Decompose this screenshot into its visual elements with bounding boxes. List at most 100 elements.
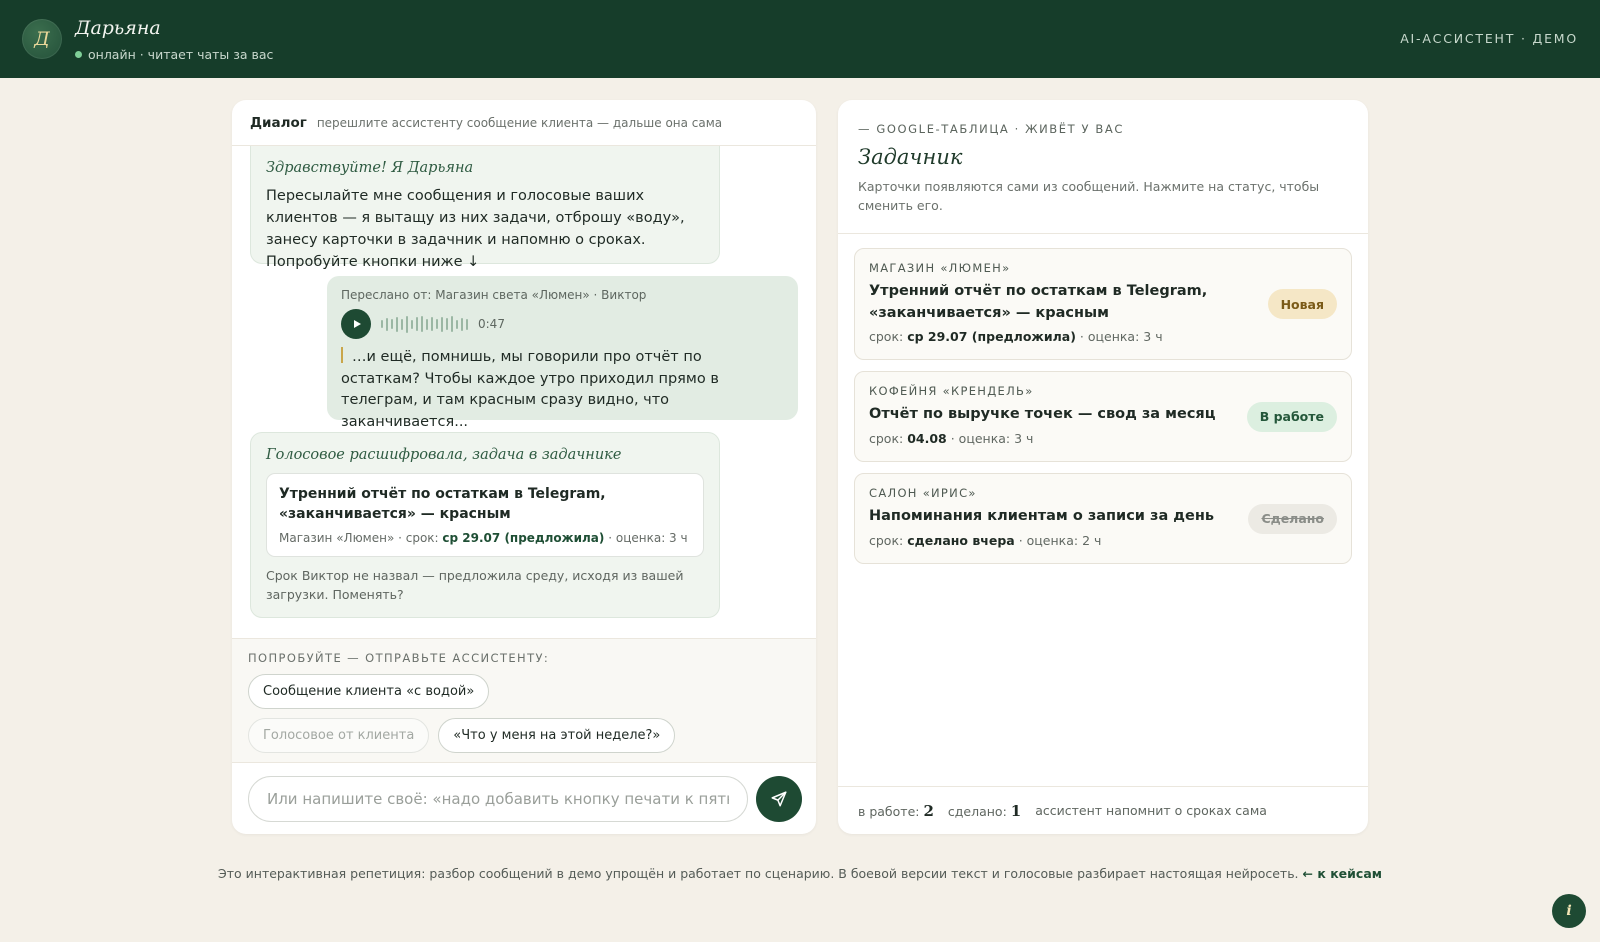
waveform-bar [436,319,438,329]
assistant-avatar: Д [22,19,62,59]
board-description: Карточки появляются сами из сообщений. Н… [858,179,1320,213]
assistant-status: онлайн · читает чаты за вас [75,47,273,62]
chat-header: Диалог перешлите ассистенту сообщение кл… [232,100,816,146]
done-label: сделано: [947,803,1007,819]
reply-title: Голосовое расшифровала, задача в задачни… [266,447,622,463]
task-meta: срок: 04.08 · оценка: 3 ч [869,431,1337,446]
task-deadline: ср 29.07 (предложила) [442,531,605,545]
info-button[interactable]: i [1552,894,1586,928]
in-work-label: в работе: [858,803,920,819]
status-badge-done[interactable]: Сделано [1248,503,1337,534]
task-card-lumen: МАГАЗИН «ЛЮМЕН» Утренний отчёт по остатк… [854,248,1352,360]
waveform-bar [416,317,418,331]
chip-voice-message[interactable]: Голосовое от клиента [248,718,430,753]
in-work-count: 2 [923,801,934,820]
forwarded-from: Переслано от: Магазин света «Люмен» · Ви… [341,288,647,302]
task-meta: срок: сделано вчера · оценка: 2 ч [869,533,1337,548]
page-footer-note: Это интерактивная репетиция: разбор сооб… [0,866,1600,881]
top-bar: Д Дарьяна онлайн · читает чаты за вас AI… [0,0,1600,78]
task-estimate: · оценка: 3 ч [608,531,688,545]
waveform-bar [411,319,413,329]
chat-messages[interactable]: Здравствуйте! Я Дарьяна Пересылайте мне … [232,146,816,638]
board-footer: в работе: 2 сделано: 1 ассистент напомни… [838,786,1368,834]
waveform-bar [431,317,433,331]
suggestion-chips: Сообщение клиента «с водой» Голосовое от… [248,674,678,753]
waveform-bar [396,316,398,332]
waveform-bar [461,317,463,331]
footer-text: Это интерактивная репетиция: разбор сооб… [218,866,1299,881]
online-dot-icon [75,51,82,58]
send-icon [771,791,787,807]
task-client: Магазин «Люмен» · срок: [279,531,439,545]
forwarded-voice-message: Переслано от: Магазин света «Люмен» · Ви… [327,276,798,430]
task-card-iris: САЛОН «ИРИС» Напоминания клиентам о запи… [854,473,1352,564]
done-count: 1 [1010,801,1022,820]
task-client: САЛОН «ИРИС» [869,486,977,500]
task-meta: Магазин «Люмен» · срок: ср 29.07 (предло… [279,531,691,545]
waveform-bar [456,319,458,329]
waveform-bar [426,318,428,330]
waveform-bar [386,317,388,331]
suggestions-label: ПОПРОБУЙТЕ — ОТПРАВЬТЕ АССИСТЕНТУ: [248,651,550,665]
task-deadline: ср 29.07 (предложила) [907,329,1076,344]
board-title: Задачник [858,145,963,169]
waveform-bar [441,316,443,332]
greeting-message: Здравствуйте! Я Дарьяна Пересылайте мне … [250,146,720,270]
task-title: Утренний отчёт по остаткам в Telegram, «… [279,486,606,522]
chat-subtitle: перешлите ассистенту сообщение клиента —… [316,115,723,130]
waveform-bar [391,319,393,329]
chat-title: Диалог [250,114,307,131]
transcript-text: …и ещё, помнишь, мы говорили про отчёт п… [341,349,719,430]
task-title: Напоминания клиентам о записи за день [869,508,1215,524]
waveform-bar [451,316,453,332]
task-card-krendel: КОФЕЙНЯ «КРЕНДЕЛЬ» Отчёт по выручке точе… [854,371,1352,462]
deadline-label: срок: [869,329,904,344]
voice-transcript: …и ещё, помнишь, мы говорили про отчёт п… [341,347,784,433]
voice-duration: 0:47 [478,317,505,331]
status-text: онлайн · читает чаты за вас [88,47,274,62]
waveform-bar [381,320,383,328]
reminder-note: ассистент напомнит о сроках сама [1035,803,1267,818]
play-icon [353,320,361,328]
quote-bar [341,347,343,363]
waveform-bar [421,316,423,332]
board-kicker: — GOOGLE-ТАБЛИЦА · ЖИВЁТ У ВАС [858,122,1124,136]
assistant-reply: Голосовое расшифровала, задача в задачни… [250,432,720,618]
task-estimate: · оценка: 2 ч [1018,532,1102,548]
done-counter: сделано: 1 [948,802,1021,820]
task-estimate: · оценка: 3 ч [1079,329,1163,344]
chip-water-message[interactable]: Сообщение клиента «с водой» [248,674,490,709]
greeting-title: Здравствуйте! Я Дарьяна [266,160,474,176]
demo-label: AI-АССИСТЕНТ · ДЕМО [1400,31,1578,46]
task-client: МАГАЗИН «ЛЮМЕН» [869,261,1011,275]
send-button[interactable] [756,776,802,822]
deadline-label: срок: [869,430,904,446]
task-estimate: · оценка: 3 ч [950,430,1034,446]
task-title: Утренний отчёт по остаткам в Telegram, «… [869,283,1208,321]
waveform-bar [446,318,448,330]
in-work-counter: в работе: 2 [858,802,934,820]
waveform-bar [401,318,403,330]
status-badge-new[interactable]: Новая [1267,289,1337,319]
back-to-cases-link[interactable]: ← к кейсам [1303,866,1382,881]
task-client: КОФЕЙНЯ «КРЕНДЕЛЬ» [869,384,1034,398]
waveform[interactable] [381,314,468,334]
assistant-name: Дарьяна [75,17,161,39]
status-badge-in-progress[interactable]: В работе [1246,401,1337,432]
board-header: — GOOGLE-ТАБЛИЦА · ЖИВЁТ У ВАС Задачник … [838,100,1368,234]
greeting-text: Пересылайте мне сообщения и голосовые ва… [266,188,685,270]
waveform-bar [466,318,468,330]
suggestions: ПОПРОБУЙТЕ — ОТПРАВЬТЕ АССИСТЕНТУ: Сообщ… [232,638,816,763]
voice-player: 0:47 [341,309,784,339]
message-input[interactable] [248,776,748,822]
task-deadline: сделано вчера [907,532,1015,548]
reply-note: Срок Виктор не назвал — предложила среду… [266,568,684,602]
deadline-label: срок: [869,532,904,548]
chat-panel: Диалог перешлите ассистенту сообщение кл… [232,100,816,834]
waveform-bar [406,315,408,333]
play-button[interactable] [341,309,371,339]
extracted-task-card[interactable]: Утренний отчёт по остаткам в Telegram, «… [266,473,704,557]
task-board-panel: — GOOGLE-ТАБЛИЦА · ЖИВЁТ У ВАС Задачник … [838,100,1368,834]
chip-this-week[interactable]: «Что у меня на этой неделе?» [438,718,676,753]
task-deadline: 04.08 [907,430,947,446]
